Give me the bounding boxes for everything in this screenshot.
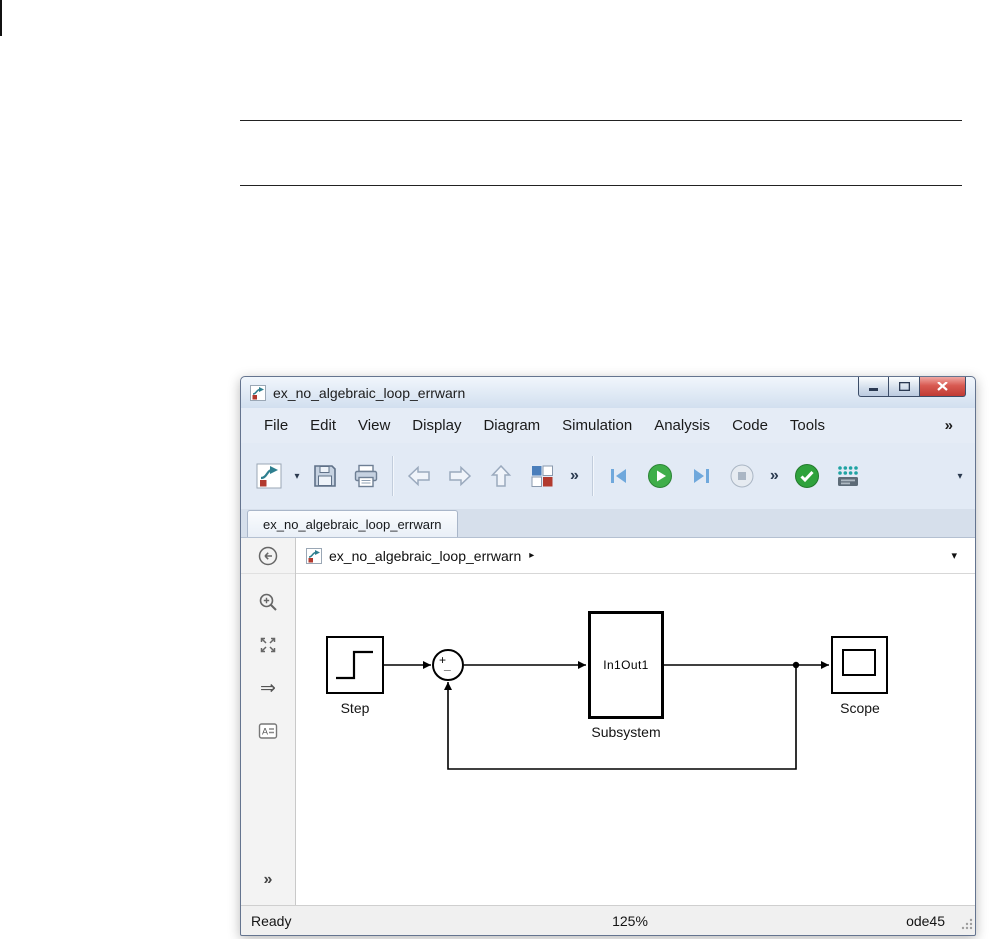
model-tab-label: ex_no_algebraic_loop_errwarn xyxy=(263,516,442,532)
sum-block[interactable]: + _ xyxy=(432,649,464,681)
menu-file[interactable]: File xyxy=(253,411,299,440)
minimize-button[interactable] xyxy=(858,377,889,397)
toolbar-sim-overflow-chevron-icon[interactable]: » xyxy=(763,467,786,485)
subsystem-block-label: Subsystem xyxy=(591,724,661,740)
menu-bar: File Edit View Display Diagram Simulatio… xyxy=(241,408,975,443)
breadcrumb: ex_no_algebraic_loop_errwarn ▸ ▾ xyxy=(296,538,975,574)
menu-display[interactable]: Display xyxy=(401,411,472,440)
main-area: ⇒ A » ex_no_algebraic_loop_errwarn ▸ ▾ S… xyxy=(241,538,975,905)
subsystem-ports-text: In1Out1 xyxy=(603,658,649,672)
scope-screen-icon xyxy=(842,649,876,676)
back-arrow-icon xyxy=(407,465,430,487)
menu-tools[interactable]: Tools xyxy=(779,411,836,440)
resize-grip[interactable] xyxy=(961,917,973,933)
fit-to-view-button[interactable] xyxy=(253,630,283,660)
window-title: ex_no_algebraic_loop_errwarn xyxy=(273,384,466,401)
annotation-icon: A xyxy=(258,723,278,739)
menu-view[interactable]: View xyxy=(347,411,401,440)
toolbar-separator xyxy=(392,456,393,496)
print-icon xyxy=(354,464,378,488)
step-signal-icon xyxy=(336,650,373,680)
step-forward-icon xyxy=(693,469,709,483)
step-forward-button[interactable] xyxy=(681,453,721,499)
page-edge-mark xyxy=(0,0,2,36)
build-model-button[interactable] xyxy=(828,453,868,499)
fit-to-view-icon xyxy=(260,637,276,653)
navigate-forward-button[interactable] xyxy=(440,453,480,499)
navigate-up-button[interactable] xyxy=(481,453,521,499)
model-tab[interactable]: ex_no_algebraic_loop_errwarn xyxy=(247,510,458,537)
print-button[interactable] xyxy=(346,453,386,499)
breadcrumb-arrow-icon[interactable]: ▸ xyxy=(529,550,534,561)
palette-overflow-chevron-icon[interactable]: » xyxy=(264,871,273,889)
status-zoom-level: 125% xyxy=(612,912,648,929)
subsystem-block[interactable]: In1Out1 xyxy=(588,611,664,719)
breadcrumb-model-icon xyxy=(306,547,322,564)
diagram-canvas[interactable]: Step + _ In1Out1 Subsystem Scope xyxy=(296,574,975,905)
palette-sidebar: ⇒ A » xyxy=(241,538,296,905)
save-button[interactable] xyxy=(305,453,345,499)
page-rule-bottom xyxy=(240,185,962,186)
menu-overflow-chevron-icon[interactable]: » xyxy=(935,417,963,434)
tab-bar: ex_no_algebraic_loop_errwarn xyxy=(241,509,975,538)
scope-block[interactable] xyxy=(831,636,888,694)
sum-minus-sign: _ xyxy=(444,658,451,672)
zoom-icon xyxy=(259,593,277,611)
toolbar-right-caret-icon[interactable]: ▾ xyxy=(953,471,967,482)
new-model-caret-icon[interactable]: ▾ xyxy=(290,471,304,482)
back-circle-icon xyxy=(258,546,278,565)
title-bar[interactable]: ex_no_algebraic_loop_errwarn xyxy=(241,377,975,408)
close-button[interactable] xyxy=(920,377,966,397)
model-advisor-button[interactable] xyxy=(787,453,827,499)
run-icon xyxy=(647,464,672,488)
window-controls xyxy=(858,377,966,397)
maximize-button[interactable] xyxy=(889,377,920,397)
new-model-button[interactable] xyxy=(249,453,289,499)
double-arrow-icon: ⇒ xyxy=(260,677,276,699)
page-rule-top xyxy=(240,120,962,121)
run-button[interactable] xyxy=(640,453,680,499)
zoom-button[interactable] xyxy=(253,587,283,617)
step-block[interactable] xyxy=(326,636,384,694)
wire-junction-dot xyxy=(792,661,800,669)
menu-analysis[interactable]: Analysis xyxy=(643,411,721,440)
signal-routing-button[interactable]: ⇒ xyxy=(253,673,283,703)
toolbar: ▾ » » ▾ xyxy=(241,443,975,509)
svg-text:A: A xyxy=(262,727,268,737)
menu-simulation[interactable]: Simulation xyxy=(551,411,643,440)
simulink-window: ex_no_algebraic_loop_errwarn File Edit V… xyxy=(240,376,976,936)
toolbar-separator xyxy=(591,456,593,496)
breadcrumb-dropdown-icon[interactable]: ▾ xyxy=(951,549,957,562)
step-back-button[interactable] xyxy=(599,453,639,499)
save-icon xyxy=(314,465,336,487)
menu-code[interactable]: Code xyxy=(721,411,779,440)
step-back-icon xyxy=(610,469,626,483)
stop-button[interactable] xyxy=(722,453,762,499)
menu-diagram[interactable]: Diagram xyxy=(472,411,551,440)
up-arrow-icon xyxy=(490,464,512,487)
status-bar: Ready 125% ode45 xyxy=(241,905,975,935)
navigate-back-button[interactable] xyxy=(399,453,439,499)
content-column: ex_no_algebraic_loop_errwarn ▸ ▾ Step + … xyxy=(296,538,975,905)
library-browser-button[interactable] xyxy=(522,453,562,499)
hide-browser-button[interactable] xyxy=(241,538,295,574)
menu-edit[interactable]: Edit xyxy=(299,411,347,440)
status-ready-text: Ready xyxy=(251,912,292,929)
step-block-label: Step xyxy=(340,700,370,716)
build-model-icon xyxy=(837,466,858,486)
check-circle-icon xyxy=(794,464,819,488)
stop-icon xyxy=(730,464,754,488)
toolbar-nav-overflow-chevron-icon[interactable]: » xyxy=(563,467,586,485)
library-browser-icon xyxy=(531,465,553,487)
simulink-model-icon xyxy=(250,384,266,401)
new-model-icon xyxy=(256,463,282,489)
annotation-button[interactable]: A xyxy=(253,716,283,746)
scope-block-label: Scope xyxy=(840,700,880,716)
breadcrumb-model-name[interactable]: ex_no_algebraic_loop_errwarn xyxy=(329,548,521,564)
forward-arrow-icon xyxy=(449,465,472,487)
